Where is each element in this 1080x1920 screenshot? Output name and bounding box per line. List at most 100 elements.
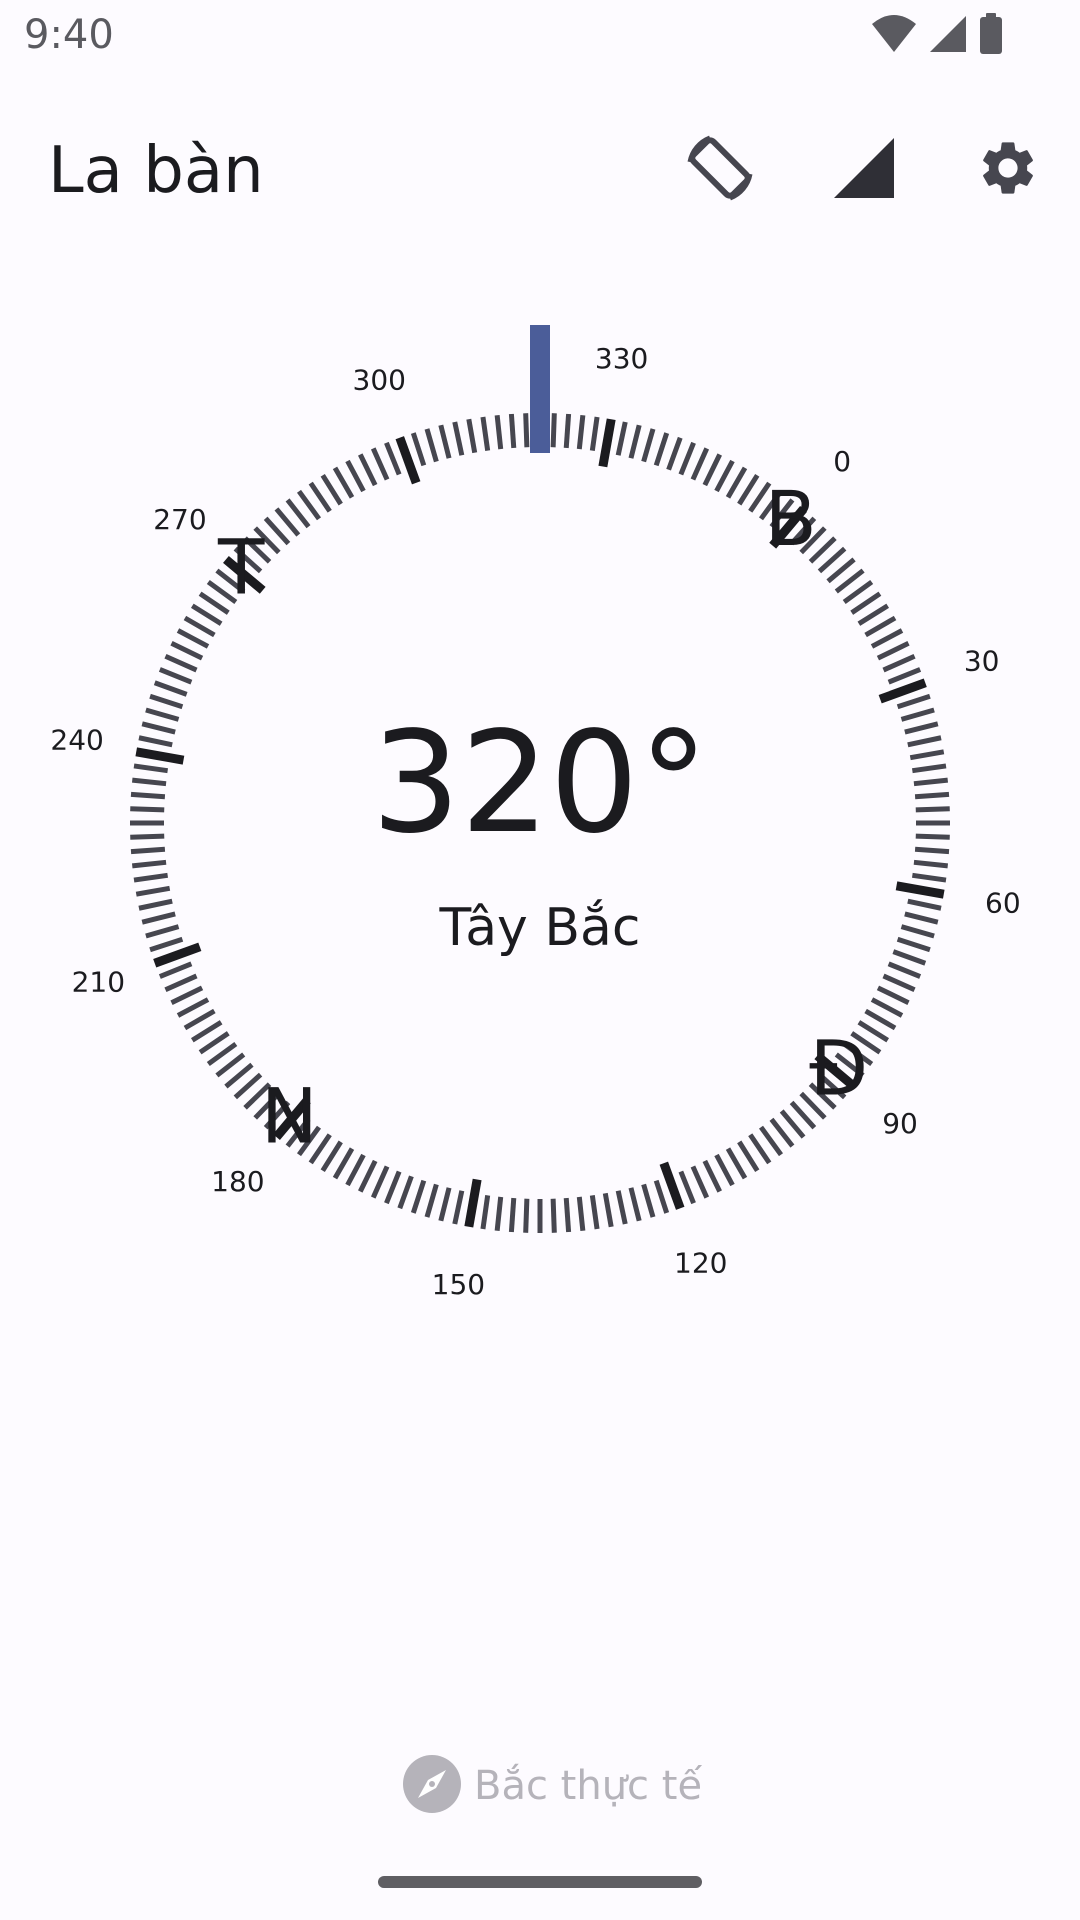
gesture-nav-handle[interactable] [378, 1876, 702, 1888]
minor-tick [153, 680, 188, 697]
degree-label-120: 120 [674, 1247, 727, 1280]
minor-tick [887, 667, 922, 685]
settings-icon [976, 136, 1040, 204]
minor-tick [384, 441, 402, 476]
minor-tick [882, 653, 916, 673]
minor-tick [876, 641, 910, 661]
top-app-bar: La bàn [0, 100, 1080, 240]
minor-tick [714, 459, 735, 493]
minor-tick [653, 432, 670, 467]
minor-tick [410, 1179, 427, 1214]
minor-tick [702, 453, 722, 487]
minor-tick [870, 628, 904, 649]
minor-tick [882, 973, 916, 993]
minor-tick [563, 1197, 572, 1233]
degree-label-210: 210 [72, 966, 125, 999]
minor-tick [523, 1198, 530, 1233]
heading-indicator [530, 325, 550, 453]
minor-tick [332, 466, 355, 499]
minor-tick [158, 667, 193, 685]
minor-tick [480, 416, 491, 452]
minor-tick [370, 1165, 390, 1199]
status-time: 9:40 [24, 12, 114, 58]
minor-tick [308, 481, 332, 513]
minor-tick [183, 615, 216, 638]
compass-dial: 0 30 60 90 120 150 180 210 240 270 300 330 BĐNT 320… [0, 240, 1080, 1360]
minor-tick [896, 693, 931, 710]
app-title: La bàn [48, 134, 264, 208]
minor-tick [737, 1140, 760, 1173]
minor-tick [864, 615, 897, 638]
minor-tick [666, 436, 683, 471]
degree-label-180: 180 [211, 1165, 264, 1198]
minor-tick [345, 1153, 366, 1187]
minor-tick [508, 413, 517, 449]
minor-tick [690, 447, 710, 481]
degree-label-270: 270 [153, 503, 206, 536]
minor-tick [133, 872, 169, 883]
degree-label-90: 90 [882, 1107, 918, 1140]
minor-tick [714, 1153, 735, 1187]
minor-tick [149, 693, 184, 710]
major-tick [659, 1161, 685, 1210]
cardinal-west: T [217, 522, 265, 611]
true-north-toggle[interactable]: Bắc thực tế [402, 1755, 703, 1816]
minor-tick [494, 414, 504, 450]
degree-label-330: 330 [595, 342, 648, 375]
minor-tick [320, 1140, 343, 1173]
minor-tick [628, 424, 642, 459]
heading-direction: Tây Bắc [439, 898, 641, 958]
minor-tick [164, 973, 198, 993]
major-tick [878, 678, 927, 704]
minor-tick [370, 447, 390, 481]
true-north-label: Bắc thực tế [474, 1763, 703, 1809]
settings-button[interactable] [964, 126, 1052, 214]
status-icons [870, 13, 1004, 59]
minor-tick [424, 1183, 439, 1218]
minor-tick [876, 985, 910, 1005]
minor-tick [737, 473, 760, 506]
degree-label-0: 0 [833, 445, 851, 478]
wifi-icon [870, 14, 918, 58]
battery-icon [978, 13, 1004, 59]
signal-quality-button[interactable] [820, 126, 908, 214]
minor-tick [494, 1196, 504, 1232]
minor-tick [690, 1165, 710, 1199]
cardinal-south: N [261, 1072, 318, 1161]
major-tick [464, 1178, 482, 1228]
minor-tick [320, 473, 343, 506]
cell-signal-icon [928, 14, 968, 58]
minor-tick [550, 413, 557, 448]
minor-tick [198, 1031, 230, 1055]
minor-tick [438, 1187, 452, 1222]
minor-tick [176, 997, 210, 1018]
minor-tick [135, 885, 171, 897]
minor-tick [864, 1008, 897, 1031]
degree-label-30: 30 [964, 644, 1000, 677]
minor-tick [702, 1159, 722, 1193]
minor-tick [358, 453, 378, 487]
minor-tick [332, 1147, 355, 1180]
degree-label-300: 300 [353, 363, 406, 396]
minor-tick [678, 441, 696, 476]
minor-tick [911, 872, 947, 883]
minor-tick [158, 961, 193, 979]
minor-tick [628, 1187, 642, 1222]
minor-tick [170, 641, 204, 661]
minor-tick [384, 1170, 402, 1205]
screen-rotate-button[interactable] [676, 126, 764, 214]
minor-tick [576, 414, 586, 450]
minor-tick [480, 1194, 491, 1230]
screen-rotate-icon [680, 128, 760, 212]
minor-tick [523, 413, 530, 448]
major-tick [598, 418, 616, 468]
minor-tick [725, 466, 748, 499]
minor-tick [678, 1170, 696, 1205]
minor-tick [725, 1147, 748, 1180]
minor-tick [615, 1190, 628, 1225]
signal-quality-icon [832, 136, 896, 204]
minor-tick [508, 1197, 517, 1233]
minor-tick [452, 421, 465, 456]
minor-tick [164, 653, 198, 673]
minor-tick [550, 1198, 557, 1233]
